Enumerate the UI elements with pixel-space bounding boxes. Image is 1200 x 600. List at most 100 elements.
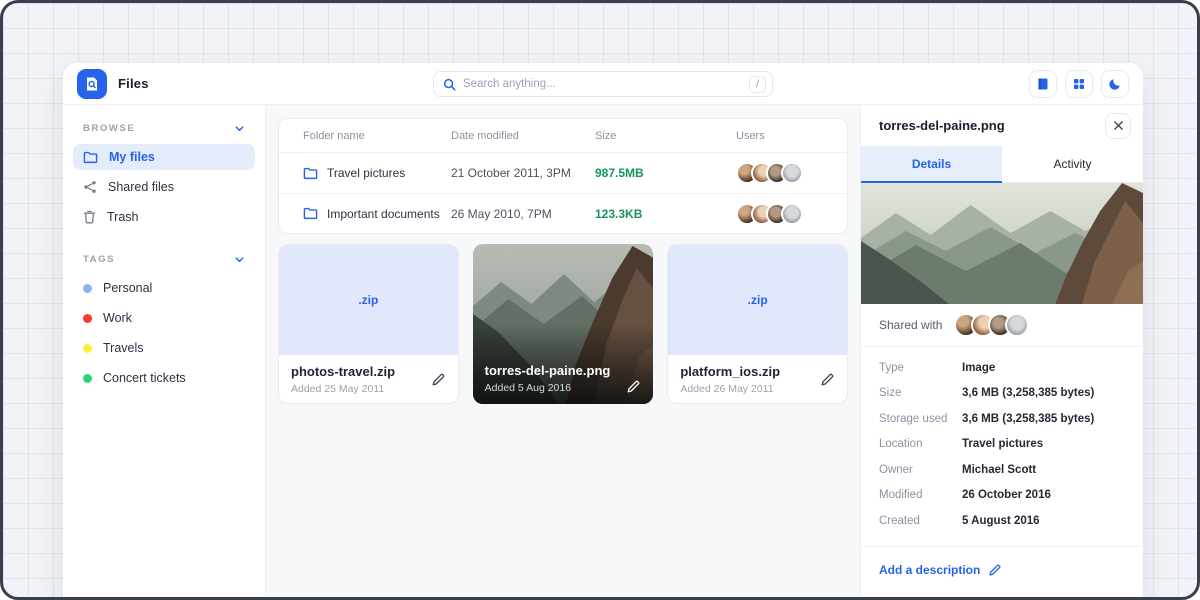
rename-button[interactable]: [820, 372, 835, 387]
file-card-photos-travel[interactable]: .zip photos-travel.zip Added 25 May 2011: [278, 244, 459, 404]
tags-section: TAGS Personal Work: [73, 252, 255, 391]
tag-color-dot: [83, 314, 92, 323]
avatar: [781, 203, 803, 225]
pencil-icon: [431, 372, 446, 387]
tag-color-dot: [83, 284, 92, 293]
avatar: [781, 162, 803, 184]
pencil-icon: [626, 379, 641, 394]
dark-mode-button[interactable]: [1101, 70, 1129, 98]
grid-view-button[interactable]: [1065, 70, 1093, 98]
topbar-actions: [1029, 70, 1129, 98]
rename-button[interactable]: [626, 379, 641, 394]
trash-icon: [83, 210, 96, 224]
tag-color-dot: [83, 344, 92, 353]
notebook-icon: [1036, 77, 1050, 91]
property-storage-used: Storage used 3,6 MB (3,258,385 bytes): [879, 406, 1125, 432]
grid-icon: [1072, 77, 1086, 91]
notebook-button[interactable]: [1029, 70, 1057, 98]
tag-label: Travels: [103, 341, 144, 355]
folder-name: Travel pictures: [327, 166, 405, 180]
rename-button[interactable]: [431, 372, 446, 387]
property-size: Size 3,6 MB (3,258,385 bytes): [879, 381, 1125, 407]
tab-activity[interactable]: Activity: [1002, 146, 1143, 183]
zip-badge: .zip: [358, 293, 378, 307]
table-row[interactable]: Travel pictures 21 October 2011, 3PM 987…: [279, 153, 847, 193]
shared-avatars: [954, 313, 1029, 337]
file-card-torres-del-paine[interactable]: torres-del-paine.png Added 5 Aug 2016: [473, 244, 654, 404]
file-name: photos-travel.zip: [291, 364, 395, 379]
column-header-date-modified: Date modified: [451, 130, 595, 142]
sidebar-item-trash[interactable]: Trash: [73, 204, 255, 230]
details-panel: torres-del-paine.png Details Activity: [860, 105, 1143, 600]
tag-label: Concert tickets: [103, 371, 186, 385]
search-input[interactable]: [463, 78, 749, 90]
file-added-date: Added 5 Aug 2016: [485, 382, 611, 394]
add-description-button[interactable]: Add a description: [879, 563, 1002, 577]
shared-with-row: Shared with: [861, 304, 1143, 347]
folder-size: 987.5MB: [595, 166, 644, 180]
mountain-photo-preview: [861, 183, 1143, 304]
chevron-down-icon[interactable]: [234, 123, 245, 134]
folder-icon: [303, 207, 318, 220]
moon-icon: [1108, 77, 1122, 91]
app-title: Files: [118, 76, 149, 91]
date-modified: 26 May 2010, 7PM: [451, 207, 595, 221]
search-bar[interactable]: /: [433, 71, 773, 97]
date-modified: 21 October 2011, 3PM: [451, 166, 595, 180]
sidebar-item-my-files[interactable]: My files: [73, 144, 255, 170]
zip-badge: .zip: [748, 293, 768, 307]
file-properties: Type Image Size 3,6 MB (3,258,385 bytes)…: [861, 347, 1143, 546]
tag-item-personal[interactable]: Personal: [73, 275, 255, 301]
app-logo-icon: [77, 69, 107, 99]
close-details-button[interactable]: [1105, 113, 1131, 139]
shared-with-label: Shared with: [879, 318, 942, 332]
share-icon: [83, 180, 97, 194]
tag-label: Personal: [103, 281, 152, 295]
sidebar: BROWSE My files: [63, 105, 266, 600]
sidebar-item-label: Trash: [107, 210, 139, 224]
browse-section-label: BROWSE: [83, 123, 135, 134]
details-file-title: torres-del-paine.png: [879, 118, 1005, 133]
folders-table: Folder name Date modified Size Users Tra…: [278, 118, 848, 234]
sidebar-item-shared-files[interactable]: Shared files: [73, 174, 255, 200]
details-footer: Add a description: [861, 546, 1143, 593]
file-cards: .zip photos-travel.zip Added 25 May 2011: [278, 244, 848, 404]
zip-thumbnail: .zip: [668, 245, 847, 355]
folder-name: Important documents: [327, 207, 440, 221]
avatar: [1005, 313, 1029, 337]
pencil-icon: [820, 372, 835, 387]
image-preview: [861, 183, 1143, 304]
browse-section-header[interactable]: BROWSE: [73, 121, 255, 144]
file-name: platform_ios.zip: [680, 364, 780, 379]
chevron-down-icon[interactable]: [234, 254, 245, 265]
property-owner: Owner Michael Scott: [879, 457, 1125, 483]
folder-size: 123.3KB: [595, 207, 642, 221]
tag-color-dot: [83, 374, 92, 383]
sidebar-item-label: Shared files: [108, 180, 174, 194]
file-card-platform-ios[interactable]: .zip platform_ios.zip Added 26 May 2011: [667, 244, 848, 404]
tab-details[interactable]: Details: [861, 146, 1002, 183]
table-row[interactable]: Important documents 26 May 2010, 7PM 123…: [279, 193, 847, 233]
folder-icon: [83, 151, 98, 164]
file-added-date: Added 26 May 2011: [680, 383, 780, 395]
file-added-date: Added 25 May 2011: [291, 383, 395, 395]
tags-section-header[interactable]: TAGS: [73, 252, 255, 275]
tag-label: Work: [103, 311, 132, 325]
search-icon: [443, 78, 456, 91]
close-icon: [1113, 120, 1124, 131]
column-header-folder-name: Folder name: [303, 130, 451, 142]
property-location: Location Travel pictures: [879, 432, 1125, 458]
tags-section-label: TAGS: [83, 254, 115, 265]
file-name: torres-del-paine.png: [485, 363, 611, 378]
column-header-size: Size: [595, 130, 736, 142]
main-content: Folder name Date modified Size Users Tra…: [266, 105, 860, 600]
tag-item-travels[interactable]: Travels: [73, 335, 255, 361]
tag-item-work[interactable]: Work: [73, 305, 255, 331]
pencil-icon: [988, 563, 1002, 577]
desktop-background: Files /: [0, 0, 1200, 600]
topbar: Files /: [63, 63, 1143, 105]
sidebar-item-label: My files: [109, 150, 155, 164]
user-avatars: [736, 162, 823, 184]
column-header-users: Users: [736, 130, 823, 142]
tag-item-concert-tickets[interactable]: Concert tickets: [73, 365, 255, 391]
